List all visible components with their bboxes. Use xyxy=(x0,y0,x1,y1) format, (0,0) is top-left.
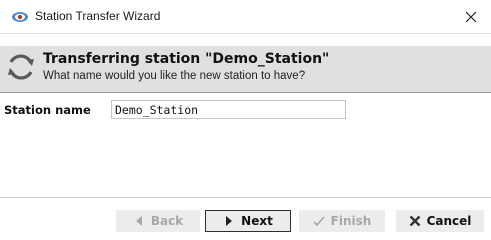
window-title: Station Transfer Wizard xyxy=(35,9,161,23)
station-name-input[interactable] xyxy=(111,100,346,119)
finish-button-label: Finish xyxy=(330,214,372,228)
x-icon xyxy=(409,215,420,227)
back-button-label: Back xyxy=(150,214,184,228)
page-title: Transferring station "Demo_Station" xyxy=(43,51,330,67)
right-triangle-icon xyxy=(226,216,233,226)
station-icon xyxy=(12,12,28,22)
left-triangle-icon xyxy=(135,216,142,226)
title-bar: Station Transfer Wizard xyxy=(0,0,491,34)
refresh-icon xyxy=(8,54,34,80)
wizard-header: Transferring station "Demo_Station" What… xyxy=(0,46,491,92)
form-area: Station name xyxy=(0,92,491,198)
next-button-label: Next xyxy=(241,214,273,228)
close-icon xyxy=(465,11,477,23)
back-button[interactable]: Back xyxy=(116,210,200,232)
page-subtitle: What name would you like the new station… xyxy=(43,70,306,82)
button-bar: Back Next Finish Cancel xyxy=(0,199,491,240)
finish-button[interactable]: Finish xyxy=(299,210,385,232)
station-name-label: Station name xyxy=(4,103,91,117)
cancel-button[interactable]: Cancel xyxy=(396,210,484,232)
check-icon xyxy=(313,216,325,227)
close-button[interactable] xyxy=(451,0,491,34)
cancel-button-label: Cancel xyxy=(426,214,472,228)
next-button[interactable]: Next xyxy=(205,210,291,232)
